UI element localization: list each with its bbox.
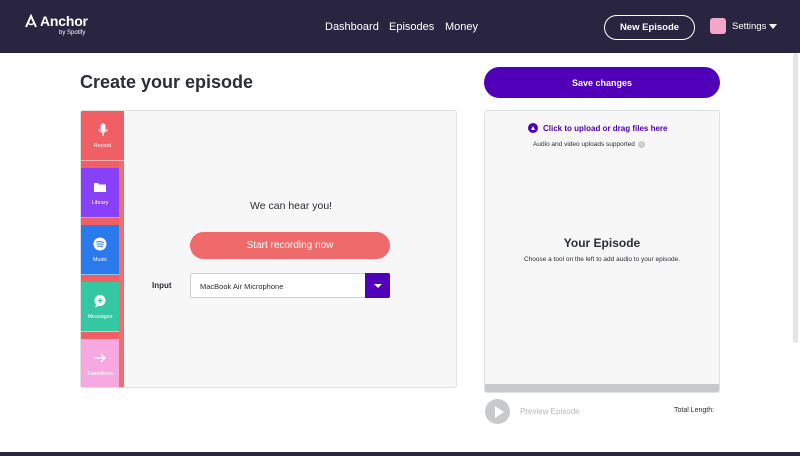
- settings-label: Settings: [732, 21, 767, 32]
- total-length-label: Total Length:: [674, 407, 715, 414]
- tool-record[interactable]: Record: [81, 111, 124, 161]
- nav-dashboard[interactable]: Dashboard: [325, 21, 379, 33]
- nav-episodes[interactable]: Episodes: [389, 21, 434, 33]
- message-icon: [94, 294, 106, 307]
- brand-sub: by Spotify: [59, 30, 86, 36]
- tool-label: Messages: [87, 313, 113, 320]
- microphone-icon: [97, 123, 108, 136]
- input-select-dropdown[interactable]: [365, 273, 390, 298]
- info-icon[interactable]: i: [637, 141, 645, 148]
- scrollbar[interactable]: [793, 53, 798, 343]
- tool-label: Record: [93, 142, 112, 149]
- folder-icon: [94, 182, 106, 192]
- input-select[interactable]: MacBook Air Microphone: [190, 273, 390, 298]
- anchor-logo-icon: [25, 14, 37, 28]
- top-nav-bar: Anchor by Spotify Dashboard Episodes Mon…: [0, 0, 800, 53]
- chevron-down-icon: [373, 283, 382, 288]
- anchor-logo[interactable]: Anchor by Spotify: [25, 13, 88, 36]
- settings-menu[interactable]: Settings: [732, 21, 778, 32]
- start-recording-button[interactable]: Start recording now: [190, 232, 390, 259]
- episode-title: Your Episode: [563, 236, 641, 250]
- new-episode-button[interactable]: New Episode: [604, 15, 695, 40]
- chevron-down-icon: [769, 24, 778, 29]
- input-select-value: MacBook Air Microphone: [200, 282, 284, 291]
- nav-money[interactable]: Money: [445, 21, 478, 33]
- tool-library[interactable]: Library: [81, 168, 119, 218]
- active-tool-indicator: [119, 161, 124, 387]
- episode-panel[interactable]: [484, 110, 720, 393]
- save-changes-button[interactable]: Save changes: [484, 67, 720, 98]
- tool-label: Music: [92, 256, 108, 263]
- preview-episode-label: Preview Episode: [520, 407, 580, 416]
- play-icon: [494, 405, 504, 418]
- upload-link[interactable]: Click to upload or drag files here: [528, 123, 667, 133]
- upload-subtext-label: Audio and video uploads supported: [533, 141, 635, 148]
- upload-text: Click to upload or drag files here: [543, 123, 668, 133]
- tool-messages[interactable]: Messages: [81, 282, 119, 332]
- episode-description: Choose a tool on the left to add audio t…: [523, 256, 681, 263]
- input-label: Input: [152, 281, 172, 290]
- recording-status: We can hear you!: [250, 200, 333, 212]
- page-title: Create your episode: [80, 72, 254, 92]
- tool-label: Library: [91, 199, 109, 206]
- tool-music[interactable]: Music: [81, 225, 119, 275]
- play-button[interactable]: [485, 399, 510, 424]
- episode-timeline-bar: [485, 384, 719, 392]
- footer-bar: [0, 452, 800, 456]
- brand-name: Anchor: [40, 13, 88, 29]
- avatar[interactable]: [710, 18, 726, 34]
- upload-icon: [528, 123, 538, 133]
- upload-subtext: Audio and video uploads supported i: [533, 141, 645, 148]
- tool-label: Transitions: [86, 370, 114, 377]
- tool-transitions[interactable]: Transitions: [81, 339, 119, 387]
- spotify-icon: [93, 237, 107, 250]
- arrow-right-icon: [94, 353, 106, 362]
